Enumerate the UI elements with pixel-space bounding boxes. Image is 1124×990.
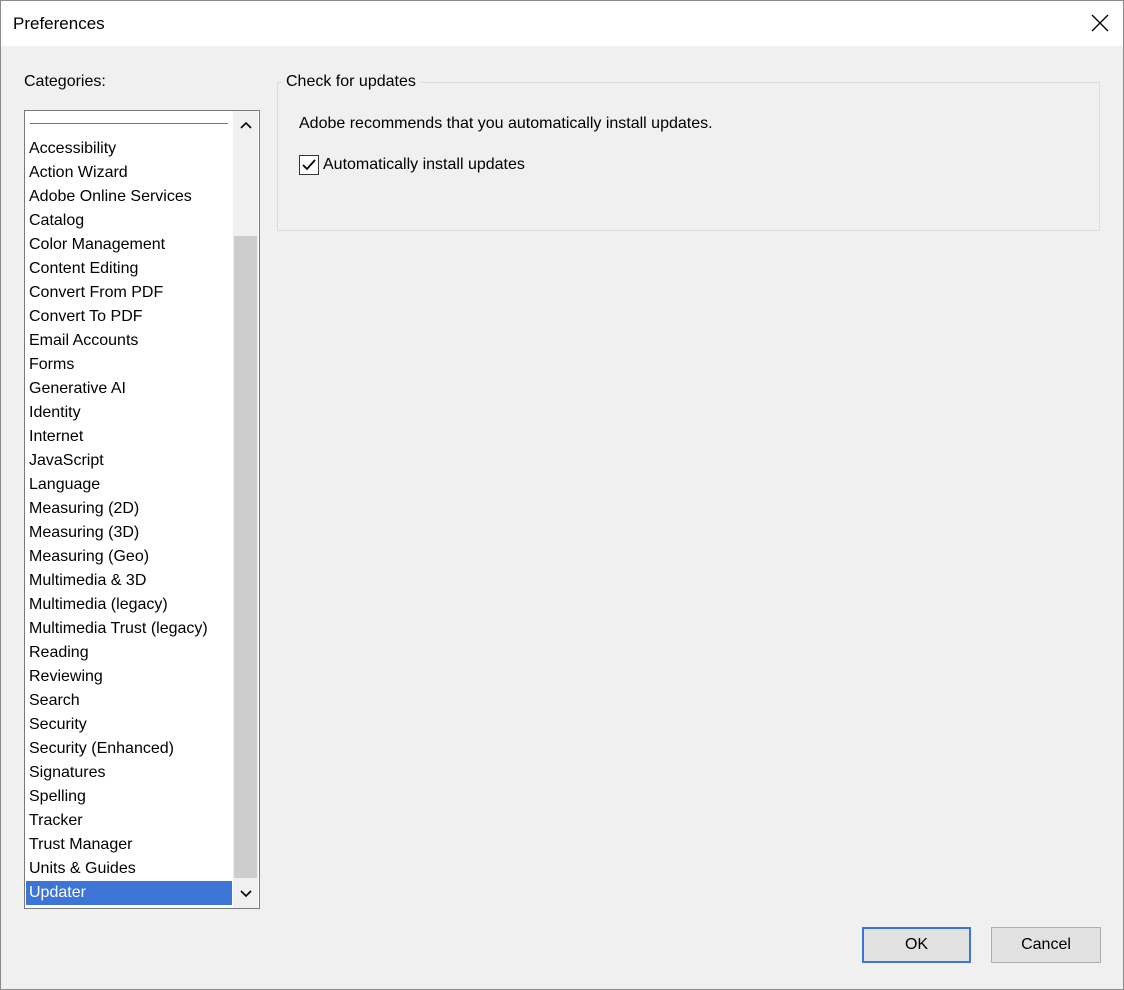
category-item[interactable]: Trust Manager: [26, 833, 232, 857]
category-item[interactable]: Color Management: [26, 233, 232, 257]
category-item[interactable]: Measuring (3D): [26, 521, 232, 545]
category-item[interactable]: Tracker: [26, 809, 232, 833]
categories-label: Categories:: [24, 73, 106, 90]
close-icon: [1091, 14, 1109, 32]
scroll-thumb[interactable]: [234, 236, 257, 878]
category-item[interactable]: Reading: [26, 641, 232, 665]
category-item[interactable]: JavaScript: [26, 449, 232, 473]
category-item[interactable]: Identity: [26, 401, 232, 425]
category-item[interactable]: Multimedia Trust (legacy): [26, 617, 232, 641]
category-item[interactable]: Catalog: [26, 209, 232, 233]
scroll-up-button[interactable]: [233, 111, 258, 139]
category-item[interactable]: Adobe Online Services: [26, 185, 232, 209]
category-item[interactable]: Forms: [26, 353, 232, 377]
category-item[interactable]: Multimedia (legacy): [26, 593, 232, 617]
category-item[interactable]: Action Wizard: [26, 161, 232, 185]
title-bar: Preferences: [1, 1, 1123, 46]
category-item[interactable]: Signatures: [26, 761, 232, 785]
recommend-text: Adobe recommends that you automatically …: [299, 115, 713, 132]
chevron-up-icon: [240, 121, 252, 129]
checkmark-icon: [302, 159, 316, 171]
category-item[interactable]: Security: [26, 713, 232, 737]
close-button[interactable]: [1077, 1, 1123, 46]
cancel-button[interactable]: Cancel: [991, 927, 1101, 963]
category-item[interactable]: Measuring (Geo): [26, 545, 232, 569]
auto-install-checkbox[interactable]: [299, 155, 319, 175]
category-item[interactable]: Email Accounts: [26, 329, 232, 353]
auto-install-label: Automatically install updates: [323, 156, 525, 173]
category-item[interactable]: Multimedia & 3D: [26, 569, 232, 593]
category-item[interactable]: Updater: [26, 881, 232, 905]
window-title: Preferences: [13, 14, 105, 33]
category-item[interactable]: Search: [26, 689, 232, 713]
category-item[interactable]: Convert From PDF: [26, 281, 232, 305]
category-item[interactable]: Internet: [26, 425, 232, 449]
list-top-divider: [30, 123, 228, 124]
ok-button[interactable]: OK: [862, 927, 971, 963]
category-item[interactable]: Language: [26, 473, 232, 497]
scroll-down-button[interactable]: [233, 880, 258, 908]
category-item[interactable]: Convert To PDF: [26, 305, 232, 329]
category-item[interactable]: Measuring (2D): [26, 497, 232, 521]
category-item[interactable]: Content Editing: [26, 257, 232, 281]
category-item[interactable]: Spelling: [26, 785, 232, 809]
chevron-down-icon: [240, 890, 252, 898]
category-item[interactable]: Reviewing: [26, 665, 232, 689]
category-item[interactable]: Accessibility: [26, 137, 232, 161]
categories-scrollbar[interactable]: [233, 111, 258, 908]
category-item[interactable]: Generative AI: [26, 377, 232, 401]
category-item[interactable]: Security (Enhanced): [26, 737, 232, 761]
category-item[interactable]: Units & Guides: [26, 857, 232, 881]
categories-list[interactable]: Accessibility Action Wizard Adobe Online S…: [24, 110, 260, 909]
preferences-dialog: Preferences Categories: Accessibility Act…: [0, 0, 1124, 990]
group-title: Check for updates: [282, 73, 420, 91]
